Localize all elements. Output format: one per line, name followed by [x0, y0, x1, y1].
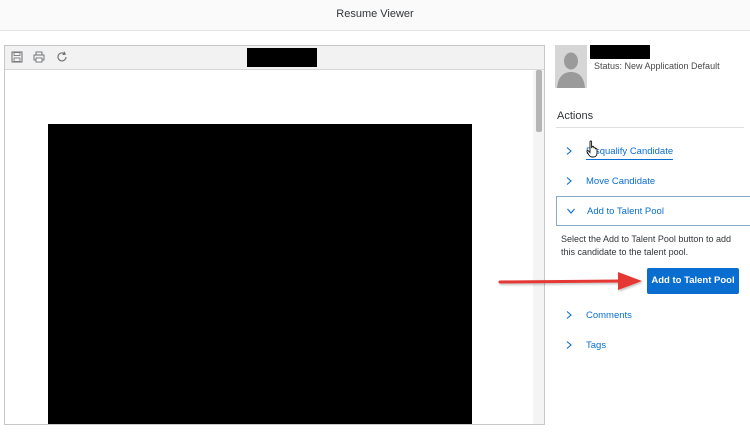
viewer-toolbar [5, 46, 544, 70]
document-canvas [5, 70, 533, 424]
avatar [555, 45, 587, 88]
chevron-right-icon [566, 311, 572, 319]
chevron-down-icon [567, 208, 575, 214]
divider [556, 127, 744, 128]
redacted-file-name [247, 48, 317, 67]
talent-pool-description: Select the Add to Talent Pool button to … [561, 234, 731, 257]
redacted-candidate-name [590, 45, 650, 59]
annotation-arrow [498, 272, 642, 290]
action-label[interactable]: Move Candidate [586, 176, 655, 187]
refresh-icon[interactable] [56, 51, 68, 63]
app-header: Resume Viewer [0, 0, 750, 31]
action-label[interactable]: Tags [586, 340, 606, 351]
person-icon [555, 45, 587, 88]
redacted-resume-page [48, 124, 472, 424]
action-label[interactable]: Add to Talent Pool [587, 206, 664, 217]
action-add-to-talent-pool[interactable]: Add to Talent Pool [556, 196, 750, 226]
add-to-talent-pool-button[interactable]: Add to Talent Pool [647, 268, 739, 294]
scrollbar-thumb[interactable] [536, 70, 542, 132]
print-icon[interactable] [33, 51, 45, 63]
action-move-candidate[interactable]: Move Candidate [556, 167, 750, 197]
viewer-scrollbar[interactable] [533, 70, 544, 424]
chevron-right-icon [566, 147, 572, 155]
resume-document-viewer [4, 45, 545, 425]
chevron-right-icon [566, 177, 572, 185]
chevron-right-icon [566, 341, 572, 349]
candidate-status: Status: New Application Default [594, 61, 720, 71]
action-comments[interactable]: Comments [556, 301, 750, 331]
action-label[interactable]: Comments [586, 310, 632, 321]
action-tags[interactable]: Tags [556, 331, 750, 361]
page-title: Resume Viewer [336, 8, 414, 20]
save-icon[interactable] [11, 51, 23, 63]
actions-heading: Actions [557, 110, 594, 122]
hand-cursor-icon [586, 140, 598, 158]
